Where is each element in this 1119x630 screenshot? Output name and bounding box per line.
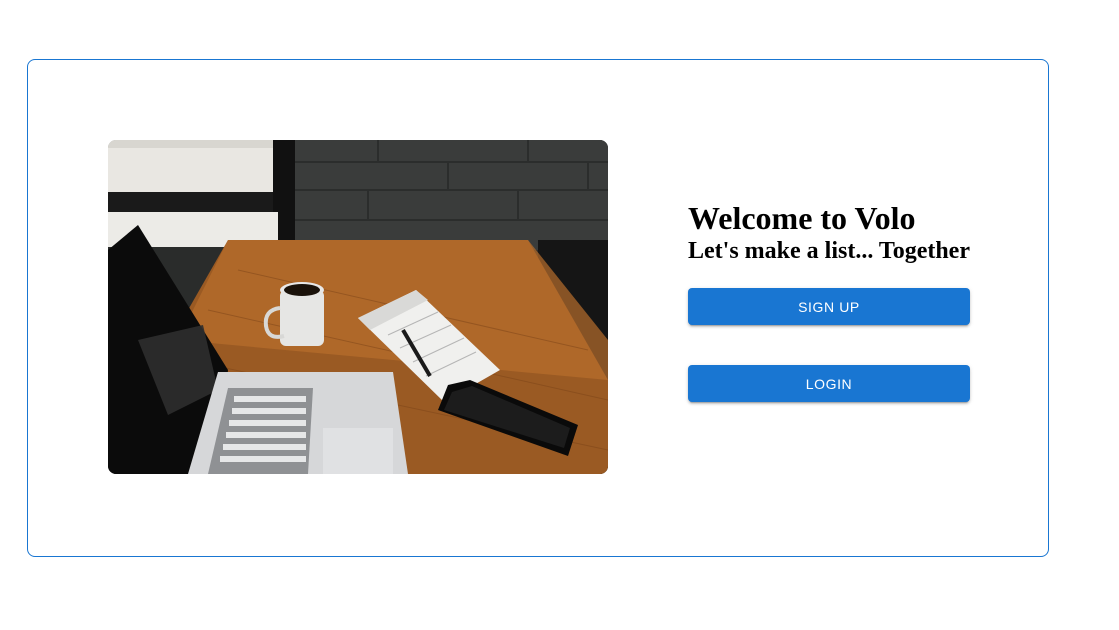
sign-up-button[interactable]: SIGN UP	[688, 288, 970, 325]
login-button[interactable]: LOGIN	[688, 365, 970, 402]
desk-workspace-photo	[108, 140, 608, 474]
page-title: Welcome to Volo	[688, 200, 916, 236]
welcome-card: Welcome to Volo Let's make a list... Tog…	[27, 59, 1049, 557]
page-subtitle: Let's make a list... Together	[688, 238, 970, 264]
hero-image	[108, 140, 608, 474]
